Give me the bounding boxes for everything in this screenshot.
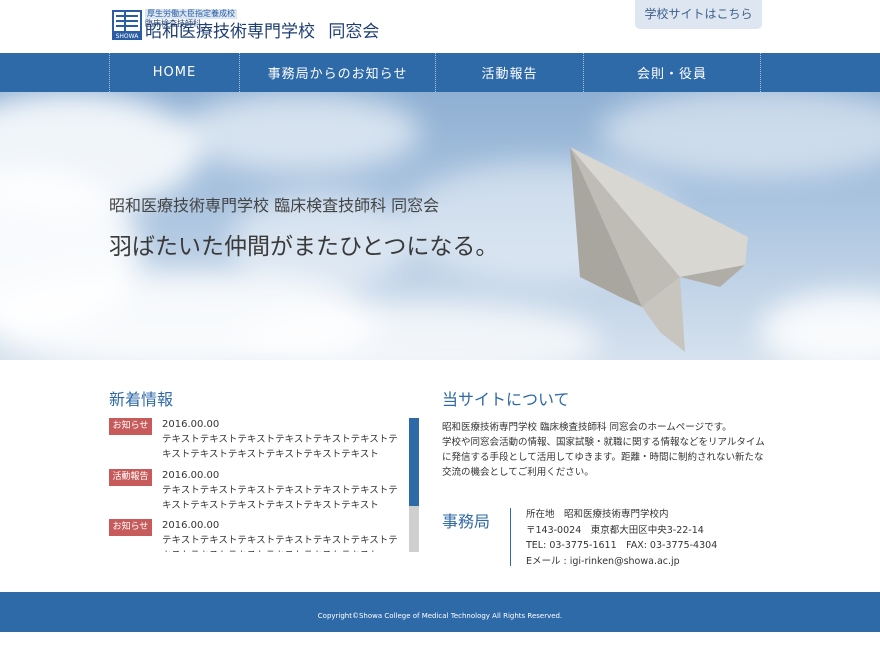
- nav-item-office-news[interactable]: 事務局からのお知らせ: [240, 53, 436, 92]
- about-line: 学校や同窓会活動の情報、国家試験・就職に関する情報などをリアルタイム: [442, 437, 765, 448]
- svg-text:SHOWA: SHOWA: [116, 33, 140, 40]
- news-category-badge: 活動報告: [109, 469, 152, 486]
- nav-item-rules-officers[interactable]: 会則・役員: [584, 53, 761, 92]
- office-phone-fax: TEL: 03-3775-1611 FAX: 03-3775-4304: [526, 540, 718, 551]
- news-category-badge: お知らせ: [109, 418, 152, 435]
- news-category-badge: お知らせ: [109, 519, 152, 536]
- logo-designation: 厚生労働大臣指定養成校: [145, 9, 237, 19]
- hero-banner: 昭和医療技術専門学校 臨床検査技師科 同窓会 羽ばたいた仲間がまたひとつになる。: [0, 92, 880, 360]
- office-contact: 所在地 昭和医療技術専門学校内 〒143-0024 東京都大田区中央3-22-1…: [526, 507, 717, 569]
- about-heading: 当サイトについて: [442, 390, 570, 409]
- about-line: 交流の機会としてご利用ください。: [442, 467, 594, 478]
- site-title-school: 昭和医療技術専門学校: [145, 22, 315, 42]
- news-text[interactable]: テキストテキストテキストテキストテキストテキストテキストテキストテキストテキスト…: [162, 533, 398, 552]
- hero-title: 羽ばたいた仲間がまたひとつになる。: [109, 234, 499, 260]
- copyright-text: Copyright©Showa College of Medical Techn…: [317, 612, 563, 620]
- office-postal-address: 〒143-0024 東京都大田区中央3-22-14: [526, 524, 704, 536]
- news-date: 2016.00.00: [162, 419, 220, 430]
- school-site-button[interactable]: 学校サイトはこちら: [635, 0, 762, 29]
- news-text[interactable]: テキストテキストテキストテキストテキストテキストテキストテキストテキストテキスト…: [162, 483, 398, 513]
- main-nav: HOME 事務局からのお知らせ 活動報告 会則・役員: [0, 53, 880, 92]
- site-footer: Copyright©Showa College of Medical Techn…: [0, 592, 880, 632]
- news-heading: 新着情報: [109, 390, 174, 409]
- news-date: 2016.00.00: [162, 470, 220, 481]
- about-line: に発信する手段として活用してゆきます。距離・時間に制約されない新たな: [442, 452, 764, 463]
- news-text[interactable]: テキストテキストテキストテキストテキストテキストテキストテキストテキストテキスト…: [162, 432, 398, 462]
- nav-item-activity-report[interactable]: 活動報告: [436, 53, 584, 92]
- school-logo-icon[interactable]: SHOWA: [112, 10, 142, 40]
- office-email[interactable]: Eメール : igi-rinken@showa.ac.jp: [526, 554, 717, 570]
- site-title[interactable]: 昭和医療技術専門学校 同窓会: [145, 22, 379, 42]
- news-list[interactable]: お知らせ 2016.00.00 テキストテキストテキストテキストテキストテキスト…: [109, 418, 419, 552]
- office-divider: [510, 508, 511, 566]
- about-description: 昭和医療技術専門学校 臨床検査技師科 同窓会のホームページです。 学校や同窓会活…: [442, 420, 772, 480]
- office-heading: 事務局: [442, 512, 491, 531]
- nav-item-home[interactable]: HOME: [110, 53, 240, 92]
- site-title-association: 同窓会: [328, 22, 380, 42]
- news-date: 2016.00.00: [162, 520, 220, 531]
- about-line: 昭和医療技術専門学校 臨床検査技師科 同窓会のホームページです。: [442, 422, 732, 433]
- news-scrollbar-thumb[interactable]: [409, 418, 419, 506]
- paper-plane-image: [570, 147, 748, 352]
- site-header: SHOWA 厚生労働大臣指定養成校 臨床検査技師科 昭和医療技術専門学校 同窓会…: [0, 0, 880, 53]
- office-address-label: 所在地 昭和医療技術専門学校内: [526, 509, 669, 520]
- hero-subtitle: 昭和医療技術専門学校 臨床検査技師科 同窓会: [109, 196, 440, 215]
